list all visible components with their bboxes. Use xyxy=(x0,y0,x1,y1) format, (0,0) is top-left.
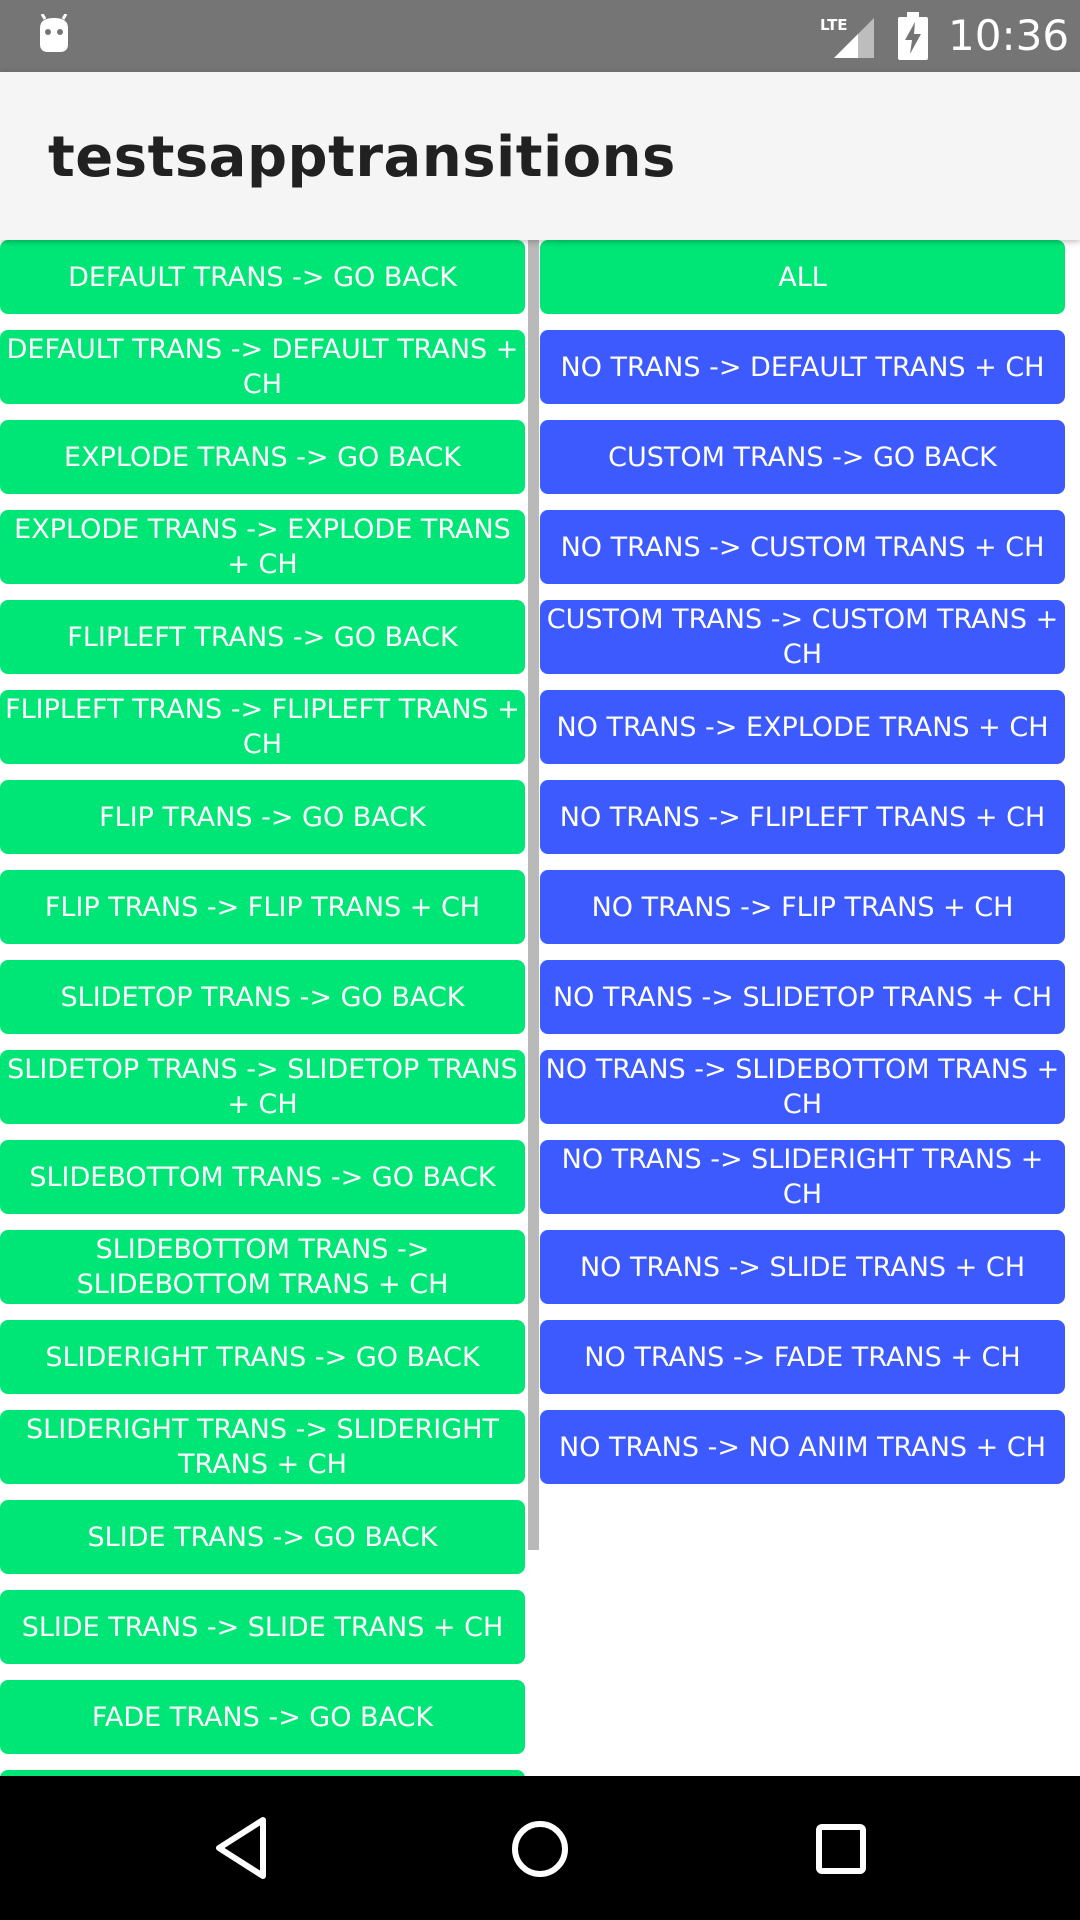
transition-button[interactable]: NO TRANS -> SLIDETOP TRANS + CH xyxy=(540,960,1065,1034)
scrollbar[interactable] xyxy=(528,240,539,1550)
transition-button[interactable]: FLIPLEFT TRANS -> FLIPLEFT TRANS + CH xyxy=(0,690,525,764)
transition-button[interactable]: CUSTOM TRANS -> CUSTOM TRANS + CH xyxy=(540,600,1065,674)
back-icon[interactable] xyxy=(215,1816,267,1880)
transition-button[interactable]: SLIDETOP TRANS -> GO BACK xyxy=(0,960,525,1034)
transition-button[interactable]: SLIDE TRANS -> GO BACK xyxy=(0,1500,525,1574)
button-list[interactable]: DEFAULT TRANS -> GO BACK DEFAULT TRANS ->… xyxy=(0,240,1080,1776)
network-label: LTE xyxy=(820,16,848,34)
transition-button[interactable]: FLIP TRANS -> FLIP TRANS + CH xyxy=(0,870,525,944)
transition-button[interactable]: NO TRANS -> FLIP TRANS + CH xyxy=(540,870,1065,944)
transition-button[interactable]: NO TRANS -> DEFAULT TRANS + CH xyxy=(540,330,1065,404)
transition-button[interactable]: DEFAULT TRANS -> GO BACK xyxy=(0,240,525,314)
transition-button[interactable]: FLIPLEFT TRANS -> GO BACK xyxy=(0,600,525,674)
transition-button[interactable]: DEFAULT TRANS -> DEFAULT TRANS + CH xyxy=(0,330,525,404)
transition-button[interactable]: SLIDE TRANS -> SLIDE TRANS + CH xyxy=(0,1590,525,1664)
transition-button[interactable]: FLIP TRANS -> GO BACK xyxy=(0,780,525,854)
battery-charging-icon xyxy=(898,12,928,60)
transition-button[interactable]: SLIDETOP TRANS -> SLIDETOP TRANS + CH xyxy=(0,1050,525,1124)
transition-button[interactable]: NO TRANS -> SLIDE TRANS + CH xyxy=(540,1230,1065,1304)
transition-button[interactable]: NO TRANS -> FLIPLEFT TRANS + CH xyxy=(540,780,1065,854)
transition-button[interactable]: NO TRANS -> EXPLODE TRANS + CH xyxy=(540,690,1065,764)
home-icon[interactable] xyxy=(511,1820,569,1878)
transition-button[interactable]: EXPLODE TRANS -> EXPLODE TRANS + CH xyxy=(0,510,525,584)
transition-button[interactable]: EXPLODE TRANS -> GO BACK xyxy=(0,420,525,494)
all-button[interactable]: ALL xyxy=(540,240,1065,314)
app-title: testsapptransitions xyxy=(48,125,676,190)
navigation-bar xyxy=(0,1776,1080,1920)
recent-apps-icon[interactable] xyxy=(815,1823,867,1875)
transition-button[interactable]: NO TRANS -> CUSTOM TRANS + CH xyxy=(540,510,1065,584)
transition-button[interactable]: NO TRANS -> FADE TRANS + CH xyxy=(540,1320,1065,1394)
transition-button[interactable]: NO TRANS -> NO ANIM TRANS + CH xyxy=(540,1410,1065,1484)
transition-button[interactable]: NO TRANS -> SLIDERIGHT TRANS + CH xyxy=(540,1140,1065,1214)
transition-button[interactable]: NO TRANS -> SLIDEBOTTOM TRANS + CH xyxy=(540,1050,1065,1124)
status-clock: 10:36 xyxy=(948,11,1070,60)
transition-button[interactable]: SLIDEBOTTOM TRANS -> SLIDEBOTTOM TRANS +… xyxy=(0,1230,525,1304)
app-bar: testsapptransitions xyxy=(0,72,1080,240)
transition-button[interactable]: SLIDEBOTTOM TRANS -> GO BACK xyxy=(0,1140,525,1214)
status-bar: LTE 10:36 xyxy=(0,0,1080,72)
lte-signal-icon: LTE xyxy=(820,16,874,58)
android-debug-icon xyxy=(40,14,68,52)
transition-button[interactable]: CUSTOM TRANS -> GO BACK xyxy=(540,420,1065,494)
transition-button[interactable]: SLIDERIGHT TRANS -> SLIDERIGHT TRANS + C… xyxy=(0,1410,525,1484)
transition-button[interactable]: SLIDERIGHT TRANS -> GO BACK xyxy=(0,1320,525,1394)
transition-button[interactable]: FADE TRANS -> GO BACK xyxy=(0,1680,525,1754)
